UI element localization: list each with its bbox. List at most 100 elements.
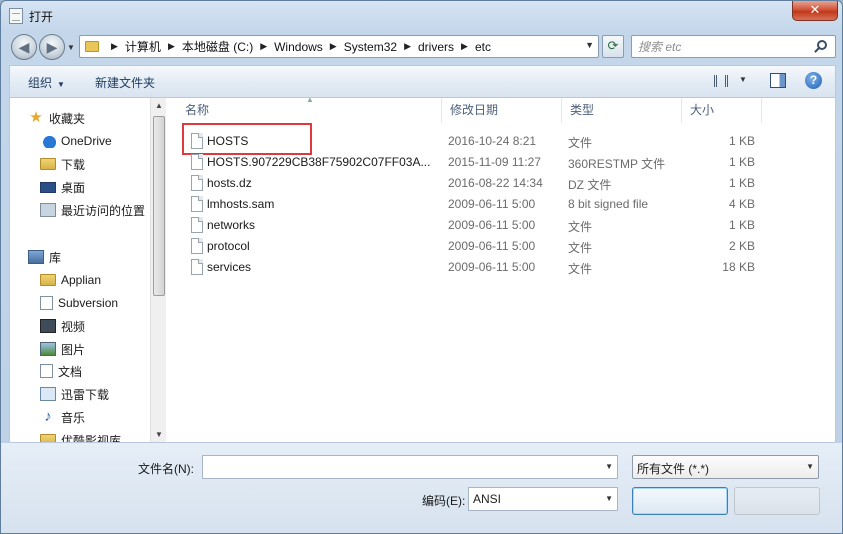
forward-button[interactable]: ▶: [39, 34, 65, 60]
file-name: hosts.dz: [207, 176, 252, 190]
sidebar-item-label: 文档: [58, 364, 83, 379]
encoding-label: 编码(E):: [422, 494, 466, 508]
views-dropdown[interactable]: ▼: [739, 75, 747, 84]
breadcrumb-local-disk[interactable]: 本地磁盘 (C:): [182, 38, 253, 55]
search-box: [631, 35, 836, 58]
sidebar-item-libraries[interactable]: 库: [28, 246, 166, 268]
column-header-size[interactable]: 大小: [682, 98, 762, 123]
file-row[interactable]: networks 2009-06-11 5:00 文件 1 KB: [169, 215, 769, 236]
chevron-right-icon[interactable]: ▶: [168, 41, 175, 52]
breadcrumb-system32[interactable]: System32: [344, 40, 397, 54]
file-row[interactable]: services 2009-06-11 5:00 文件 18 KB: [169, 257, 769, 278]
chevron-down-icon[interactable]: ▼: [605, 462, 613, 471]
open-file-dialog: 打开 ✕ ◀ ▶ ▼ ▶ 计算机 ▶ 本地磁盘 (C:) ▶ Windows ▶…: [0, 0, 843, 534]
filename-field[interactable]: ▼: [202, 455, 618, 479]
breadcrumb-windows[interactable]: Windows: [274, 40, 323, 54]
download-library-icon: [40, 387, 56, 401]
sidebar-item-pictures[interactable]: 图片: [40, 338, 166, 360]
file-icon: [191, 154, 203, 170]
open-button[interactable]: [632, 487, 728, 515]
file-icon: [191, 238, 203, 254]
sidebar-item-subversion[interactable]: Subversion: [40, 292, 166, 314]
sidebar-item-youku[interactable]: 优酷影视库: [40, 429, 166, 442]
title-bar: 打开 ✕: [1, 1, 842, 31]
close-button[interactable]: ✕: [792, 1, 838, 21]
file-name: HOSTS.907229CB38F75902C07FF03A...: [207, 155, 431, 169]
file-date: 2009-06-11 5:00: [448, 260, 536, 274]
file-row[interactable]: protocol 2009-06-11 5:00 文件 2 KB: [169, 236, 769, 257]
search-icon[interactable]: [817, 40, 827, 50]
refresh-button[interactable]: ⟳: [602, 35, 624, 58]
cancel-button[interactable]: [734, 487, 820, 515]
views-icon[interactable]: [714, 75, 728, 87]
file-row[interactable]: HOSTS 2016-10-24 8:21 文件 1 KB: [169, 123, 769, 155]
scrollbar-thumb[interactable]: [153, 116, 165, 296]
file-name: networks: [207, 218, 256, 232]
column-header-type[interactable]: 类型: [562, 98, 682, 123]
file-row[interactable]: lmhosts.sam 2009-06-11 5:00 8 bit signed…: [169, 194, 769, 215]
help-icon[interactable]: ?: [805, 72, 822, 89]
chevron-right-icon[interactable]: ▶: [404, 41, 411, 52]
recent-pages-dropdown[interactable]: ▼: [67, 43, 75, 52]
file-icon: [191, 133, 203, 149]
file-type-filter[interactable]: 所有文件 (*.*) ▼: [632, 455, 819, 479]
search-input[interactable]: [638, 38, 808, 55]
sort-ascending-icon: ▲: [306, 95, 314, 104]
sidebar-item-label: OneDrive: [61, 134, 112, 148]
sidebar-item-xunlei-downloads[interactable]: 迅雷下载: [40, 383, 166, 405]
new-folder-button[interactable]: 新建文件夹: [95, 74, 155, 91]
file-size: 1 KB: [728, 134, 755, 148]
sidebar-item-downloads[interactable]: 下载: [40, 153, 166, 175]
address-history-dropdown[interactable]: ▼: [585, 40, 594, 50]
breadcrumb-etc[interactable]: etc: [475, 40, 491, 54]
cloud-icon: [40, 134, 56, 148]
sidebar-item-label: 桌面: [61, 180, 86, 195]
sidebar-item-recent-places[interactable]: 最近访问的位置: [40, 199, 166, 221]
sidebar-item-label: 收藏夹: [49, 111, 86, 126]
breadcrumb-computer[interactable]: 计算机: [125, 38, 161, 55]
scroll-up-icon[interactable]: ▲: [155, 101, 163, 110]
file-type: DZ 文件: [568, 178, 612, 192]
chevron-right-icon[interactable]: ▶: [260, 41, 267, 52]
sidebar-item-music[interactable]: ♪ 音乐: [40, 406, 166, 428]
music-icon: ♪: [44, 408, 52, 425]
file-name: lmhosts.sam: [207, 197, 275, 211]
file-row[interactable]: hosts.dz 2016-08-22 14:34 DZ 文件 1 KB: [169, 173, 769, 194]
encoding-select[interactable]: ANSI ▼: [468, 487, 618, 511]
back-button[interactable]: ◀: [11, 34, 37, 60]
file-date: 2016-08-22 14:34: [448, 176, 543, 190]
scroll-down-icon[interactable]: ▼: [155, 430, 163, 439]
content-area: ★ 收藏夹 OneDrive 下载 桌面 最近访问的位置 库 Applian S…: [9, 95, 836, 443]
sidebar-item-label: 下载: [61, 157, 86, 172]
sidebar-item-label: 音乐: [61, 410, 86, 425]
command-bar: 组织 ▼ 新建文件夹 ▼ ?: [9, 65, 836, 97]
preview-pane-icon[interactable]: [770, 73, 786, 88]
sidebar-item-videos[interactable]: 视频: [40, 315, 166, 337]
sidebar-item-label: 最近访问的位置: [61, 203, 146, 218]
folder-icon: [40, 434, 56, 442]
organize-button[interactable]: 组织 ▼: [28, 74, 65, 91]
folder-icon: [40, 158, 56, 170]
column-header-date[interactable]: 修改日期: [442, 98, 562, 123]
sidebar-item-documents[interactable]: 文档: [40, 360, 166, 382]
chevron-right-icon[interactable]: ▶: [111, 41, 118, 52]
sidebar-item-favorites[interactable]: ★ 收藏夹: [28, 107, 166, 129]
chevron-down-icon: ▼: [57, 80, 65, 89]
file-row[interactable]: HOSTS.907229CB38F75902C07FF03A... 2015-1…: [169, 152, 769, 173]
file-size: 2 KB: [728, 239, 755, 253]
chevron-right-icon[interactable]: ▶: [330, 41, 337, 52]
library-icon: [28, 250, 44, 264]
file-date: 2009-06-11 5:00: [448, 197, 536, 211]
sidebar-item-desktop[interactable]: 桌面: [40, 176, 166, 198]
sidebar-item-onedrive[interactable]: OneDrive: [40, 130, 166, 152]
address-bar[interactable]: ▶ 计算机 ▶ 本地磁盘 (C:) ▶ Windows ▶ System32 ▶…: [79, 35, 599, 58]
sidebar-item-label: 迅雷下载: [61, 387, 110, 402]
file-date: 2009-06-11 5:00: [448, 239, 536, 253]
file-type: 文件: [568, 136, 593, 150]
recent-places-icon: [40, 203, 56, 217]
navigation-scrollbar[interactable]: ▲ ▼: [150, 98, 166, 442]
chevron-right-icon[interactable]: ▶: [461, 41, 468, 52]
sidebar-item-applian[interactable]: Applian: [40, 269, 166, 291]
breadcrumb-drivers[interactable]: drivers: [418, 40, 454, 54]
file-list: 名称 ▲ 修改日期 类型 大小 HOSTS 2016-10-24 8:21 文件…: [169, 95, 835, 442]
